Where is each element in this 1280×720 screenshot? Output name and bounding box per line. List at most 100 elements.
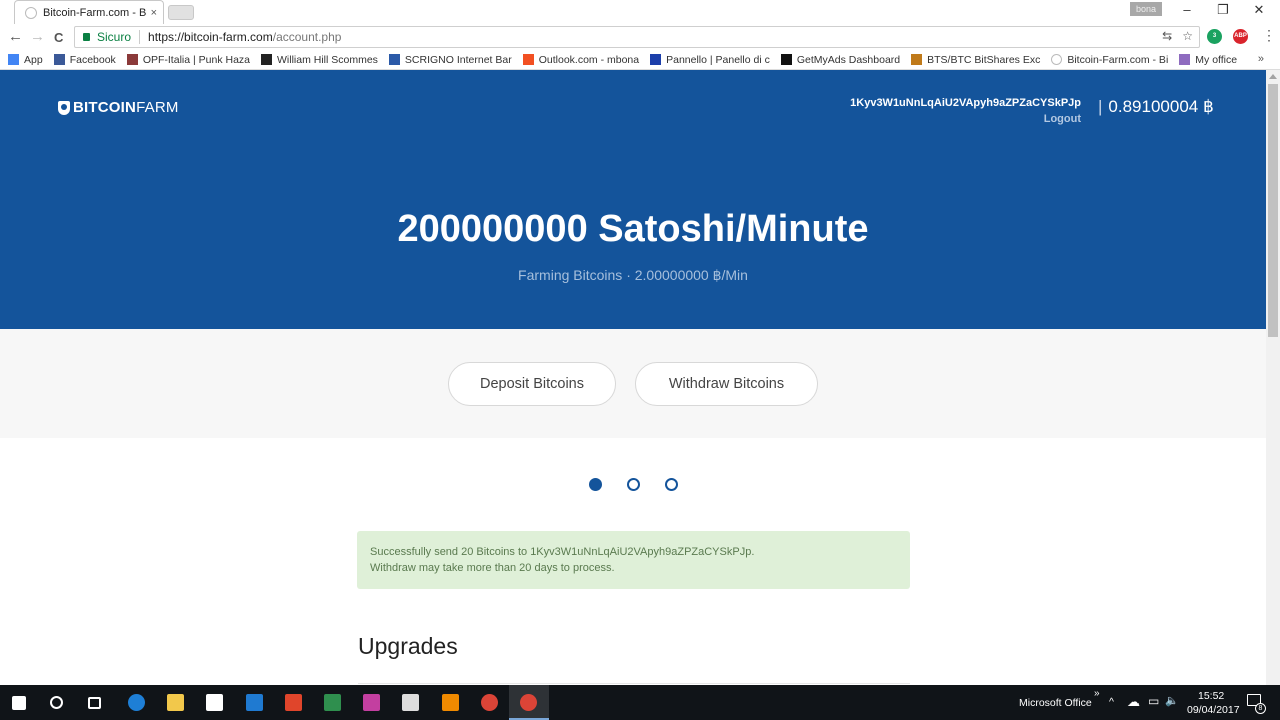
farming-rate-headline: 200000000 Satoshi/Minute <box>397 208 869 250</box>
carousel-dot[interactable] <box>665 478 678 491</box>
lock-icon <box>83 33 90 41</box>
close-window-button[interactable]: ✕ <box>1244 2 1274 18</box>
bookmark-label: Bitcoin-Farm.com - Bi <box>1067 53 1169 66</box>
tray-chevron-icon[interactable]: ^ <box>1109 696 1114 708</box>
tray-more-icon[interactable]: » <box>1094 688 1100 699</box>
bookmark-label: William Hill Scommes <box>277 53 378 66</box>
bookmark-item[interactable]: SCRIGNO Internet Bar <box>388 53 512 66</box>
minimize-button[interactable]: – <box>1172 2 1202 17</box>
bookmark-star-icon[interactable]: ☆ <box>1182 29 1193 43</box>
new-tab-button[interactable] <box>168 5 194 20</box>
logout-link[interactable]: Logout <box>1044 113 1081 125</box>
pannello-icon <box>650 54 662 65</box>
onedrive-icon[interactable]: ☁ <box>1127 694 1140 710</box>
notification-count: 8 <box>1255 703 1266 714</box>
bookmark-label: BTS/BTC BitShares Exc <box>927 53 1041 66</box>
sky-icon[interactable] <box>246 694 263 711</box>
task-view-icon[interactable] <box>88 697 101 709</box>
calculator-icon[interactable] <box>402 694 419 711</box>
scrigno-icon <box>388 54 400 65</box>
page-viewport: BITCOIN FARM 1Kyv3W1uNnLqAiU2VApyh9aZPZaC… <box>0 70 1266 685</box>
url-host: https://bitcoin-farm.com <box>148 30 273 44</box>
media-app-icon[interactable] <box>363 694 380 711</box>
chrome-menu-icon[interactable]: ⋮ <box>1262 27 1276 44</box>
carousel-dot[interactable] <box>589 478 602 491</box>
bookmark-item[interactable]: Outlook.com - mbona <box>522 54 639 66</box>
scrollbar-thumb[interactable] <box>1268 84 1278 337</box>
profile-badge[interactable]: bona <box>1130 2 1162 16</box>
carousel-indicators <box>589 478 678 491</box>
bookmark-item[interactable]: GetMyAds Dashboard <box>780 53 901 66</box>
carousel-dot[interactable] <box>627 478 640 491</box>
bookmark-label: SCRIGNO Internet Bar <box>404 53 512 66</box>
gem-icon <box>1179 54 1191 65</box>
tab-title: Bitcoin-Farm.com - Bitco <box>43 6 147 19</box>
microsoft-icon <box>522 54 534 65</box>
forward-button[interactable]: → <box>30 28 45 45</box>
chrome-active-icon[interactable] <box>520 694 537 711</box>
edge-icon[interactable] <box>128 694 145 711</box>
tray-label[interactable]: Microsoft Office <box>1019 697 1092 709</box>
apps-grid-icon <box>8 54 19 65</box>
bookmarks-overflow-icon[interactable]: » <box>1258 53 1264 65</box>
bitshares-icon <box>911 54 923 65</box>
bookmark-label: App <box>24 53 43 66</box>
clock-date[interactable]: 09/04/2017 <box>1187 704 1240 716</box>
chrome-icon[interactable] <box>481 694 498 711</box>
bookmarks-bar: App Facebook OPF-Italia | Punk Haza William… <box>0 50 1280 70</box>
windows-taskbar: Microsoft Office » ^ ☁ ▭ 🔈 15:52 09/04/2… <box>0 685 1280 720</box>
address-bar[interactable]: Sicuro https://bitcoin-farm.com/account.… <box>74 26 1200 48</box>
bookmark-label: Pannello | Panello di c <box>666 53 770 66</box>
upgrades-heading: Upgrades <box>358 633 458 659</box>
bookmark-item[interactable]: App <box>8 54 43 66</box>
site-logo[interactable]: BITCOIN FARM <box>58 99 179 116</box>
shield-logo-icon <box>58 100 70 115</box>
william-hill-icon <box>261 54 272 65</box>
bookmark-item[interactable]: Bitcoin-Farm.com - Bi <box>1051 54 1168 66</box>
reload-button[interactable]: C <box>54 30 63 45</box>
browser-tab-active[interactable]: Bitcoin-Farm.com - Bitco × <box>14 0 164 24</box>
bookmark-item[interactable]: My office <box>1179 54 1237 66</box>
section-divider <box>358 683 910 684</box>
bookmark-label: Facebook <box>69 53 116 66</box>
tab-close-icon[interactable]: × <box>151 7 157 19</box>
bookmark-label: GetMyAds Dashboard <box>796 53 901 66</box>
eye-extension-icon[interactable]: 3 <box>1207 29 1222 44</box>
browser-title-bar: Bitcoin-Farm.com - Bitco × bona – ❐ ✕ <box>0 0 1280 24</box>
translate-icon[interactable]: ⇆ <box>1162 29 1172 43</box>
success-alert: Successfully send 20 Bitcoins to 1Kyv3W1… <box>357 531 910 589</box>
actions-bar: Deposit Bitcoins Withdraw Bitcoins <box>0 329 1266 438</box>
deposit-button[interactable]: Deposit Bitcoins <box>448 362 616 406</box>
excel-icon[interactable] <box>324 694 341 711</box>
balance-separator: | <box>1098 97 1103 116</box>
logo-bold-text: BITCOIN <box>73 99 137 116</box>
vlc-icon[interactable] <box>442 694 459 711</box>
bookmark-item[interactable]: OPF-Italia | Punk Haza <box>126 53 250 66</box>
bookmark-item[interactable]: BTS/BTC BitShares Exc <box>911 54 1040 66</box>
page-scrollbar[interactable] <box>1266 70 1280 685</box>
opf-icon <box>126 54 138 65</box>
balance-display: | 0.89100004 ฿ <box>1098 97 1214 117</box>
battery-icon[interactable]: ▭ <box>1148 694 1159 708</box>
bookmark-label: OPF-Italia | Punk Haza <box>142 53 250 66</box>
volume-icon[interactable]: 🔈 <box>1165 694 1179 707</box>
restore-button[interactable]: ❐ <box>1208 2 1238 18</box>
bookmark-item[interactable]: William Hill Scommes <box>261 54 378 66</box>
adblock-extension-icon[interactable]: ABP <box>1233 29 1248 44</box>
getmyads-icon <box>780 54 792 65</box>
browser-toolbar: ← → C Sicuro https://bitcoin-farm.com/ac… <box>0 24 1280 50</box>
alert-line-1: Successfully send 20 Bitcoins to 1Kyv3W1… <box>370 546 755 558</box>
withdraw-button[interactable]: Withdraw Bitcoins <box>635 362 818 406</box>
file-explorer-icon[interactable] <box>167 694 184 711</box>
start-icon[interactable] <box>12 696 26 710</box>
security-label: Sicuro <box>97 30 141 44</box>
store-icon[interactable] <box>206 694 223 711</box>
search-icon[interactable] <box>50 696 63 709</box>
scroll-up-arrow-icon[interactable] <box>1269 74 1277 79</box>
bookmark-item[interactable]: Pannello | Panello di c <box>650 54 770 66</box>
health-app-icon[interactable] <box>285 694 302 711</box>
bitcoin-farm-icon <box>1051 54 1063 65</box>
clock-time[interactable]: 15:52 <box>1198 690 1224 702</box>
back-button[interactable]: ← <box>8 28 23 45</box>
bookmark-item[interactable]: Facebook <box>53 53 116 66</box>
